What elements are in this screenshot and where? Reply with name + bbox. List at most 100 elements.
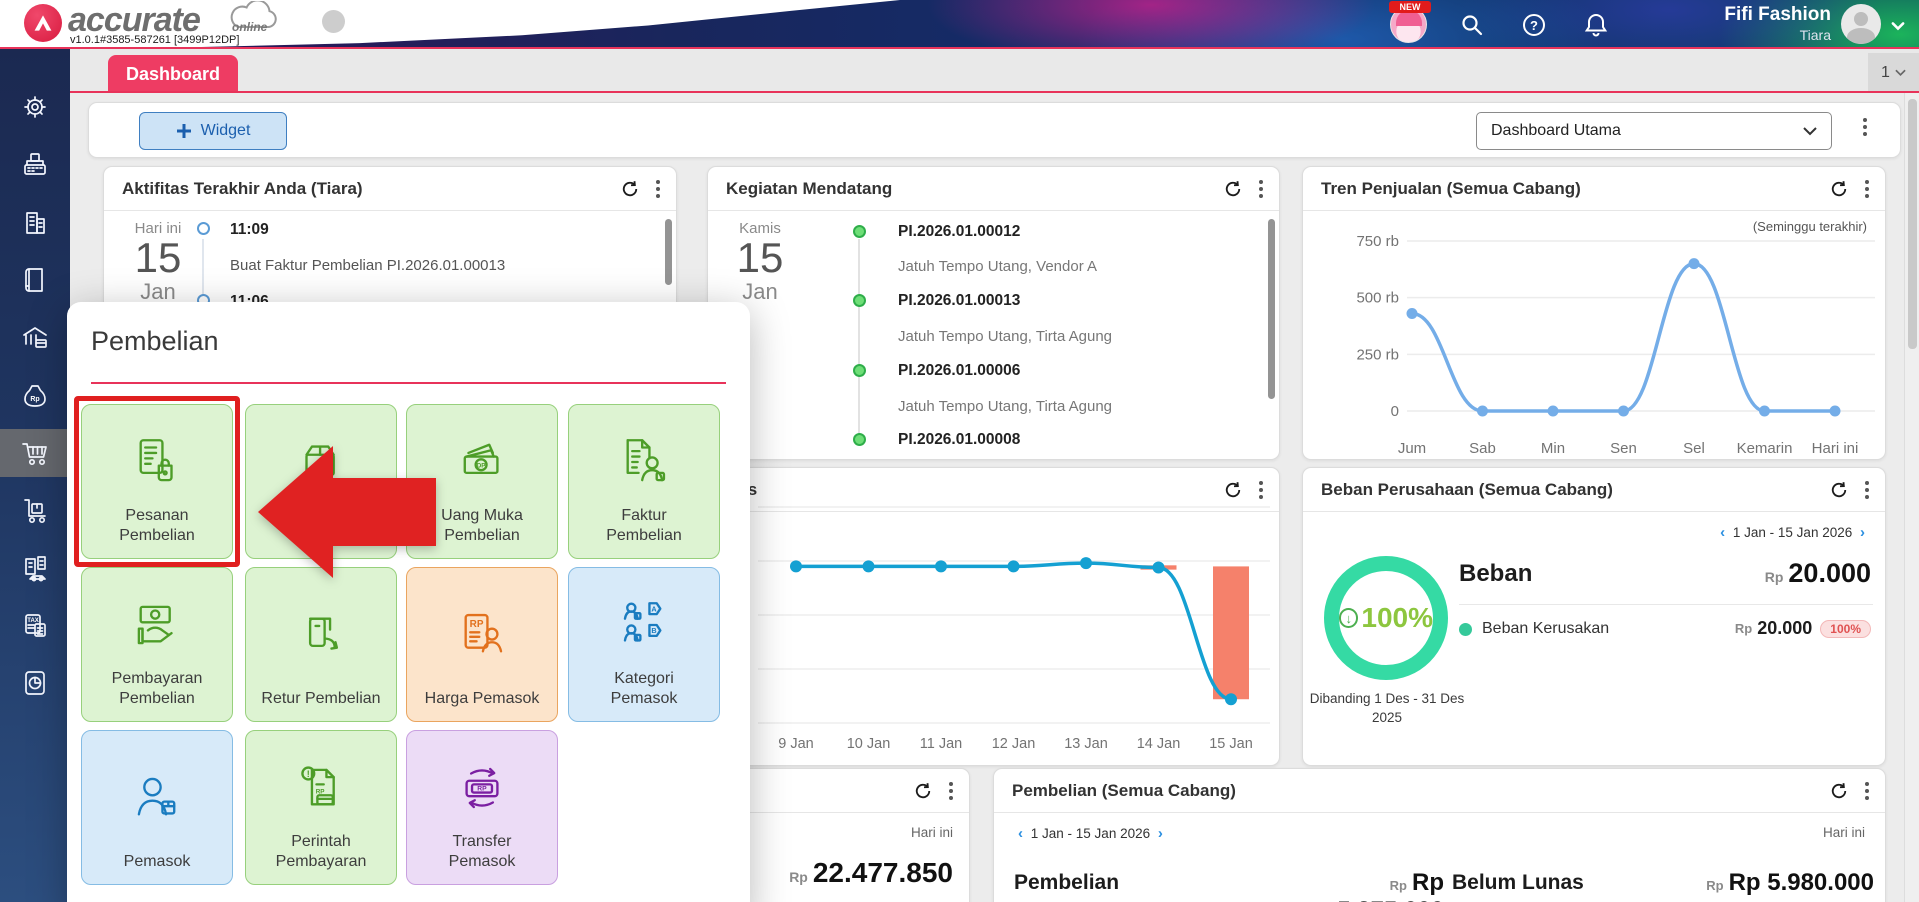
svg-text:A: A — [651, 604, 657, 613]
kebab-menu-icon[interactable] — [947, 780, 955, 802]
user-avatar[interactable] — [1841, 4, 1881, 44]
activity-time: 11:09 — [230, 221, 269, 239]
svg-text:15 Jan: 15 Jan — [1209, 736, 1253, 752]
refresh-icon[interactable] — [1223, 179, 1243, 199]
promo-avatar[interactable]: NEW — [1390, 6, 1427, 43]
tile-label: Harga Pemasok — [425, 690, 540, 707]
payment-order-icon: ! RP — [292, 743, 350, 832]
donut-percent: 100% — [1361, 602, 1433, 634]
hand-truck-icon — [19, 495, 51, 527]
vendor-category-icon: A B — [615, 580, 673, 669]
sidebar-item-sales[interactable] — [0, 141, 70, 189]
date-range-nav: ‹ 1 Jan - 15 Jan 2026 › — [1014, 825, 1167, 842]
help-icon[interactable]: ? — [1521, 12, 1547, 38]
sidebar-item-company[interactable] — [0, 199, 70, 247]
tile-pemasok[interactable]: Pemasok — [81, 730, 233, 885]
accurate-logo-icon[interactable] — [24, 4, 62, 42]
period-label: Hari ini — [911, 825, 953, 840]
svg-text:9 Jan: 9 Jan — [778, 736, 813, 752]
notifications-bell-icon[interactable] — [1583, 12, 1609, 38]
window-count-dropdown[interactable]: 1 — [1868, 53, 1919, 93]
card-kas: 9 Jan10 Jan11 Jan12 Jan13 Jan14 Jan15 Ja… — [707, 467, 1280, 766]
kas-chart: 9 Jan10 Jan11 Jan12 Jan13 Jan14 Jan15 Ja… — [708, 468, 1281, 767]
legend-label[interactable]: Beban Kerusakan — [1482, 620, 1609, 638]
event-title[interactable]: PI.2026.01.00008 — [898, 431, 1020, 449]
prev-period-chevron[interactable]: ‹ — [1716, 524, 1729, 541]
toolbar-kebab-icon[interactable] — [1861, 116, 1869, 138]
tile-retur-pembelian[interactable]: Retur Pembelian — [245, 567, 397, 722]
next-period-chevron[interactable]: › — [1154, 825, 1167, 842]
kebab-menu-icon[interactable] — [1863, 178, 1871, 200]
gear-icon — [19, 91, 51, 123]
tile-perintah-pembayaran[interactable]: ! RP PerintahPembayaran — [245, 730, 397, 885]
card-title: Pembelian (Semua Cabang) — [1012, 781, 1829, 801]
tile-label: Transfer — [453, 833, 512, 850]
sidebar-item-billing[interactable]: Rp — [0, 372, 70, 420]
tile-pesanan-pembelian[interactable]: PesananPembelian — [81, 404, 233, 559]
refresh-icon[interactable] — [913, 781, 933, 801]
currency: Rp — [1735, 621, 1752, 636]
scrollbar-thumb[interactable] — [665, 219, 672, 285]
svg-text:12 Jan: 12 Jan — [992, 736, 1036, 752]
sidebar-item-journal[interactable] — [0, 256, 70, 304]
sidebar-item-inventory[interactable] — [0, 487, 70, 535]
svg-text:Sen: Sen — [1610, 440, 1637, 457]
tile-label: Kategori — [614, 670, 674, 687]
tile-pembayaran-pembelian[interactable]: PembayaranPembelian — [81, 567, 233, 722]
refresh-icon[interactable] — [620, 179, 640, 199]
purchase-return-icon — [292, 580, 350, 689]
sidebar-item-purchases[interactable] — [0, 429, 70, 477]
svg-text:250 rb: 250 rb — [1356, 346, 1399, 363]
scrollbar-thumb[interactable] — [1268, 219, 1275, 399]
page-scrollbar-thumb[interactable] — [1908, 99, 1917, 349]
add-widget-button[interactable]: Widget — [139, 112, 287, 150]
event-title[interactable]: PI.2026.01.00012 — [898, 223, 1020, 241]
svg-text:B: B — [651, 626, 656, 635]
refresh-icon[interactable] — [1829, 781, 1849, 801]
card-kegiatan: Kegiatan Mendatang Kamis 15 Jan PI.2026.… — [707, 166, 1280, 460]
refresh-icon[interactable] — [1829, 480, 1849, 500]
activity-text[interactable]: Buat Faktur Pembelian PI.2026.01.00013 — [230, 257, 505, 274]
sidebar-item-tax[interactable]: TAX — [0, 602, 70, 650]
sidebar-item-banking[interactable] — [0, 314, 70, 362]
event-title[interactable]: PI.2026.01.00006 — [898, 362, 1020, 380]
timeline-dot — [197, 222, 210, 235]
event-subtitle: Jatuh Tempo Utang, Tirta Agung — [898, 328, 1112, 345]
tab-dashboard[interactable]: Dashboard — [108, 55, 238, 93]
search-icon[interactable] — [1459, 12, 1485, 38]
vendor-price-icon: RP — [453, 580, 511, 689]
refresh-icon[interactable] — [1829, 179, 1849, 199]
sidebar-item-settings[interactable] — [0, 83, 70, 131]
kebab-menu-icon[interactable] — [1863, 780, 1871, 802]
svg-text:DP: DP — [477, 462, 486, 469]
tile-harga-pemasok[interactable]: RP Harga Pemasok — [406, 567, 558, 722]
svg-text:?: ? — [1530, 18, 1538, 33]
tile-transfer-pemasok[interactable]: RP TransferPemasok — [406, 730, 558, 885]
date-range-nav: ‹ 1 Jan - 15 Jan 2026 › — [1716, 524, 1869, 541]
refresh-icon[interactable] — [1223, 480, 1243, 500]
tile-kategori-pemasok[interactable]: A B KategoriPemasok — [568, 567, 720, 722]
tile-faktur-pembelian[interactable]: FakturPembelian — [568, 404, 720, 559]
report-pie-icon — [19, 667, 51, 699]
card-tren-penjualan: 750 rb500 rb250 rb0JumSabMinSenSelKemari… — [1302, 166, 1886, 460]
event-title[interactable]: PI.2026.01.00013 — [898, 292, 1020, 310]
user-name[interactable]: Fifi Fashion — [1724, 4, 1831, 26]
page-scrollbar[interactable] — [1904, 93, 1919, 902]
kebab-menu-icon[interactable] — [1257, 178, 1265, 200]
prev-period-chevron[interactable]: ‹ — [1014, 825, 1027, 842]
tax-document-icon: TAX — [19, 610, 51, 642]
kebab-menu-icon[interactable] — [1863, 479, 1871, 501]
divider — [91, 382, 726, 384]
kebab-menu-icon[interactable] — [654, 178, 662, 200]
user-menu-chevron-icon[interactable] — [1889, 17, 1907, 35]
dashboard-select[interactable]: Dashboard Utama — [1476, 112, 1832, 150]
svg-text:RP: RP — [470, 618, 484, 629]
kebab-menu-icon[interactable] — [1257, 479, 1265, 501]
date-day: 15 — [122, 237, 194, 279]
svg-text:RP: RP — [477, 785, 487, 792]
sidebar-item-fixed-assets[interactable] — [0, 544, 70, 592]
sidebar-item-reports[interactable] — [0, 659, 70, 707]
next-period-chevron[interactable]: › — [1856, 524, 1869, 541]
user-role: Tiara — [1800, 27, 1831, 43]
date-day: 15 — [722, 237, 798, 279]
